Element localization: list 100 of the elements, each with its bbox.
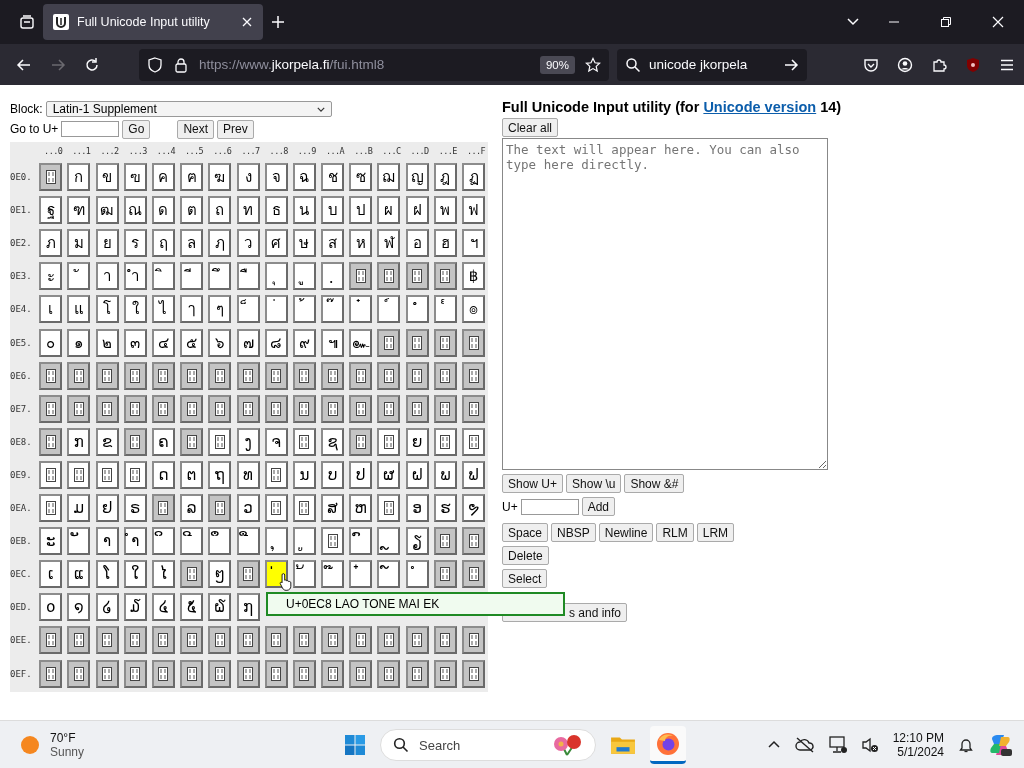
character-cell[interactable]: ຣ bbox=[123, 494, 147, 523]
character-cell[interactable]: ໖ bbox=[208, 593, 232, 622]
character-cell[interactable]: ๘ bbox=[264, 328, 288, 357]
character-cell[interactable] bbox=[433, 527, 457, 556]
character-cell[interactable] bbox=[151, 494, 175, 523]
character-cell[interactable] bbox=[264, 460, 288, 489]
add-button[interactable]: Add bbox=[581, 497, 616, 516]
character-cell[interactable]: ต bbox=[180, 196, 204, 225]
assistant-icon[interactable] bbox=[988, 732, 1012, 757]
character-cell[interactable] bbox=[292, 626, 316, 655]
web-search-field[interactable]: unicode jkorpela bbox=[617, 48, 807, 81]
character-cell[interactable]: ໐ bbox=[39, 593, 63, 622]
character-cell[interactable] bbox=[405, 262, 429, 291]
character-cell[interactable]: ร bbox=[123, 229, 147, 258]
character-cell[interactable]: ๒ bbox=[95, 328, 119, 357]
character-cell[interactable] bbox=[462, 361, 485, 390]
character-cell[interactable]: ປ bbox=[349, 460, 373, 489]
character-cell[interactable]: ท bbox=[236, 196, 260, 225]
character-cell[interactable]: น bbox=[292, 196, 316, 225]
character-cell[interactable]: ຕ bbox=[180, 460, 204, 489]
character-cell[interactable] bbox=[39, 460, 63, 489]
character-cell[interactable] bbox=[39, 163, 63, 192]
character-cell[interactable] bbox=[264, 394, 288, 423]
character-cell[interactable] bbox=[208, 394, 232, 423]
shield-extension-icon[interactable] bbox=[965, 56, 981, 73]
character-cell[interactable]: ຟ bbox=[462, 460, 485, 489]
character-cell[interactable]: ๖ bbox=[208, 328, 232, 357]
character-cell[interactable] bbox=[462, 560, 485, 589]
character-cell[interactable]: ๗ bbox=[236, 328, 260, 357]
code-point-field[interactable] bbox=[61, 121, 120, 137]
character-cell[interactable]: ຄ bbox=[151, 427, 175, 456]
bell-icon[interactable] bbox=[958, 736, 974, 753]
lock-icon[interactable] bbox=[173, 56, 189, 73]
cloud-icon[interactable] bbox=[794, 736, 815, 753]
character-cell[interactable] bbox=[95, 394, 119, 423]
new-tab-icon[interactable] bbox=[271, 15, 285, 29]
close-icon[interactable] bbox=[241, 16, 253, 28]
character-cell[interactable] bbox=[123, 659, 147, 688]
character-cell[interactable]: เ bbox=[39, 295, 63, 324]
character-cell[interactable] bbox=[462, 427, 485, 456]
character-cell[interactable] bbox=[123, 626, 147, 655]
character-cell[interactable] bbox=[236, 361, 260, 390]
character-cell[interactable]: ເ bbox=[39, 560, 63, 589]
character-cell[interactable] bbox=[377, 262, 401, 291]
character-cell[interactable]: ๊ bbox=[321, 295, 345, 324]
character-cell[interactable] bbox=[151, 659, 175, 688]
character-cell[interactable]: ข bbox=[95, 163, 119, 192]
character-cell[interactable]: ม bbox=[67, 229, 91, 258]
character-cell[interactable]: ณ bbox=[123, 196, 147, 225]
character-cell[interactable]: ฝ bbox=[405, 196, 429, 225]
character-cell[interactable]: ຶ bbox=[208, 527, 232, 556]
star-icon[interactable] bbox=[585, 56, 601, 73]
character-cell[interactable]: ັ bbox=[67, 527, 91, 556]
character-cell[interactable]: ື bbox=[236, 527, 260, 556]
character-cell[interactable]: ອ bbox=[405, 494, 429, 523]
character-cell[interactable]: ฒ bbox=[95, 196, 119, 225]
character-cell[interactable]: ຫ bbox=[349, 494, 373, 523]
character-cell[interactable] bbox=[377, 394, 401, 423]
character-cell[interactable] bbox=[67, 659, 91, 688]
shield-icon[interactable] bbox=[147, 56, 163, 73]
character-cell[interactable]: พ bbox=[433, 196, 457, 225]
character-cell[interactable] bbox=[67, 626, 91, 655]
character-cell[interactable]: ์ bbox=[377, 295, 401, 324]
character-cell[interactable]: ກ bbox=[67, 427, 91, 456]
character-cell[interactable]: ิ bbox=[151, 262, 175, 291]
character-cell[interactable] bbox=[292, 659, 316, 688]
character-cell[interactable]: ฌ bbox=[377, 163, 401, 192]
character-cell[interactable]: ໕ bbox=[180, 593, 204, 622]
character-cell[interactable] bbox=[39, 394, 63, 423]
character-cell[interactable] bbox=[95, 659, 119, 688]
character-cell[interactable]: ํ bbox=[405, 295, 429, 324]
character-cell[interactable]: ุ bbox=[264, 262, 288, 291]
character-cell[interactable] bbox=[180, 659, 204, 688]
character-cell[interactable]: ๎ bbox=[433, 295, 457, 324]
character-cell[interactable]: ພ bbox=[433, 460, 457, 489]
character-cell[interactable] bbox=[39, 659, 63, 688]
firefox-app-button[interactable] bbox=[650, 726, 686, 764]
character-cell[interactable]: ฑ bbox=[67, 196, 91, 225]
character-cell[interactable] bbox=[462, 394, 485, 423]
clear-all-button[interactable]: Clear all bbox=[502, 118, 558, 137]
character-cell[interactable]: ๛ bbox=[349, 328, 373, 357]
character-cell[interactable] bbox=[39, 494, 63, 523]
character-cell[interactable] bbox=[208, 427, 232, 456]
character-cell[interactable] bbox=[349, 394, 373, 423]
character-cell[interactable]: ໌ bbox=[377, 560, 401, 589]
character-cell[interactable]: ั bbox=[67, 262, 91, 291]
character-cell[interactable]: ງ bbox=[236, 427, 260, 456]
character-cell[interactable] bbox=[236, 394, 260, 423]
character-cell[interactable]: ฅ bbox=[180, 163, 204, 192]
select-button[interactable]: Select bbox=[502, 569, 548, 588]
pocket-icon[interactable] bbox=[863, 56, 879, 73]
character-cell[interactable]: ฎ bbox=[433, 163, 457, 192]
character-cell[interactable] bbox=[377, 361, 401, 390]
character-cell[interactable]: ฤ bbox=[151, 229, 175, 258]
character-cell[interactable]: ດ bbox=[151, 460, 175, 489]
character-cell[interactable]: ໂ bbox=[95, 560, 119, 589]
character-cell[interactable]: ด bbox=[151, 196, 175, 225]
character-cell[interactable]: ธ bbox=[264, 196, 288, 225]
character-cell[interactable]: ຖ bbox=[208, 460, 232, 489]
address-bar[interactable]: https://www.jkorpela.fi/fui.html8 90% bbox=[139, 48, 609, 81]
